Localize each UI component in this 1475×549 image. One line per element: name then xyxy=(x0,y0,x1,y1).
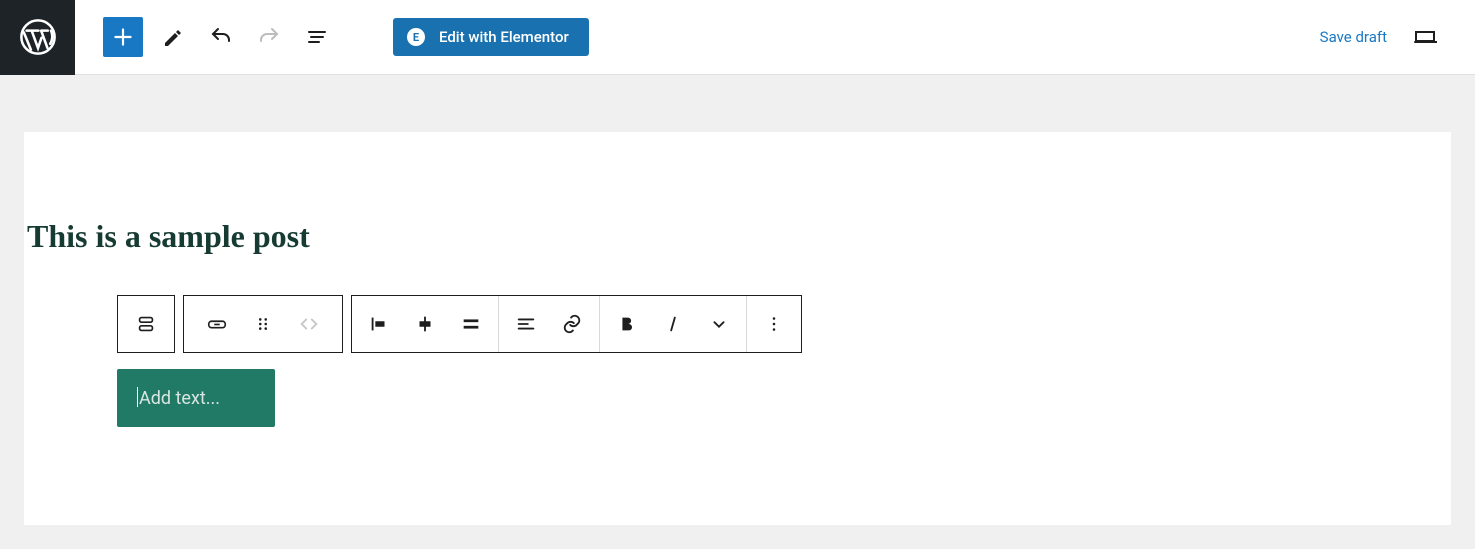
wordpress-icon xyxy=(19,18,57,56)
move-horizontal-icon xyxy=(298,313,320,335)
button-block[interactable]: Add text... xyxy=(117,369,275,427)
move-button[interactable] xyxy=(286,301,332,347)
align-text-icon xyxy=(515,313,537,335)
post-title[interactable]: This is a sample post xyxy=(27,218,1451,255)
buttons-block-icon xyxy=(135,313,157,335)
bold-icon xyxy=(616,313,638,335)
toolbar-left: E Edit with Elementor xyxy=(75,15,589,59)
undo-icon xyxy=(209,25,233,49)
save-draft-link[interactable]: Save draft xyxy=(1320,28,1387,46)
edit-mode-button[interactable] xyxy=(151,15,195,59)
elementor-button-label: Edit with Elementor xyxy=(439,28,569,46)
align-center-button[interactable] xyxy=(402,301,448,347)
parent-block-selector[interactable] xyxy=(117,295,175,353)
outline-icon xyxy=(305,25,329,49)
justify-right-icon xyxy=(460,313,482,335)
button-block-icon xyxy=(206,313,228,335)
wordpress-logo[interactable] xyxy=(0,0,75,75)
drag-handle[interactable] xyxy=(240,301,286,347)
editor-canvas[interactable]: This is a sample post te xyxy=(24,132,1451,525)
text-align-button[interactable] xyxy=(503,301,549,347)
more-vertical-icon xyxy=(763,313,785,335)
more-formatting-button[interactable] xyxy=(696,301,742,347)
edit-with-elementor-button[interactable]: E Edit with Elementor xyxy=(393,18,589,56)
toolbar-right: Save draft xyxy=(1320,15,1475,59)
elementor-icon: E xyxy=(407,28,425,46)
button-placeholder: Add text... xyxy=(139,388,220,409)
elementor-icon-letter: E xyxy=(413,32,419,43)
justify-left-icon xyxy=(368,313,390,335)
block-transform-group xyxy=(183,295,343,353)
bold-button[interactable] xyxy=(604,301,650,347)
redo-icon xyxy=(257,25,281,49)
pencil-icon xyxy=(161,25,185,49)
align-right-button[interactable] xyxy=(448,301,494,347)
display-icon xyxy=(1413,25,1437,49)
block-type-button[interactable] xyxy=(194,301,240,347)
link-icon xyxy=(561,313,583,335)
text-cursor xyxy=(137,387,138,407)
justify-center-icon xyxy=(414,313,436,335)
italic-button[interactable] xyxy=(650,301,696,347)
top-toolbar: E Edit with Elementor Save draft xyxy=(0,0,1475,75)
align-left-button[interactable] xyxy=(356,301,402,347)
preview-button[interactable] xyxy=(1403,15,1447,59)
link-button[interactable] xyxy=(549,301,595,347)
redo-button[interactable] xyxy=(247,15,291,59)
document-overview-button[interactable] xyxy=(295,15,339,59)
formatting-toolbar xyxy=(351,295,802,353)
editor-area: This is a sample post te xyxy=(0,75,1475,549)
italic-icon xyxy=(662,313,684,335)
drag-icon xyxy=(252,313,274,335)
undo-button[interactable] xyxy=(199,15,243,59)
add-block-button[interactable] xyxy=(103,17,143,57)
plus-icon xyxy=(110,24,136,50)
block-toolbar: te xyxy=(117,295,1451,353)
chevron-down-icon xyxy=(708,313,730,335)
block-options-button[interactable] xyxy=(751,301,797,347)
